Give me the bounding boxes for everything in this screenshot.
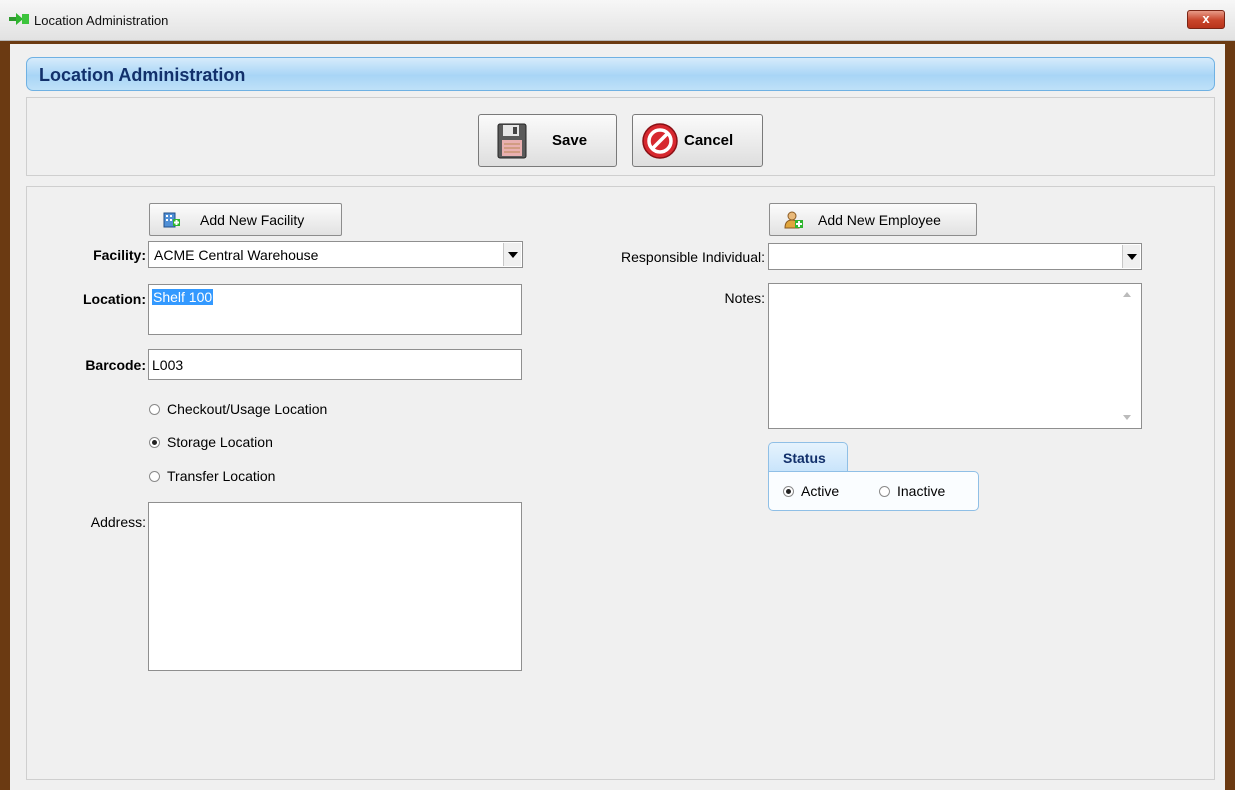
scroll-down-icon[interactable] xyxy=(1123,415,1131,420)
page-header: Location Administration xyxy=(26,57,1215,91)
status-active-radio[interactable]: Active xyxy=(783,483,839,499)
dropdown-arrow-icon[interactable] xyxy=(1122,245,1140,268)
location-label: Location: xyxy=(83,291,146,307)
add-new-facility-label: Add New Facility xyxy=(200,212,305,228)
window-title: Location Administration xyxy=(34,13,169,28)
save-button[interactable]: Save xyxy=(478,114,617,167)
status-active-label: Active xyxy=(801,483,840,499)
radio-unchecked-icon xyxy=(149,471,160,482)
checkout-usage-location-label: Checkout/Usage Location xyxy=(167,401,328,417)
add-new-facility-button[interactable]: Add New Facility xyxy=(149,203,342,236)
app-icon xyxy=(9,13,29,25)
notes-field[interactable] xyxy=(768,283,1142,429)
toolbar-panel xyxy=(26,97,1215,176)
location-field[interactable]: Shelf 100 xyxy=(148,284,522,335)
status-title: Status xyxy=(783,450,826,466)
barcode-field[interactable]: L003 xyxy=(148,349,522,380)
cancel-label: Cancel xyxy=(684,132,734,149)
employee-icon xyxy=(784,211,803,229)
application-window: Location Administration x Location Admin… xyxy=(0,0,1235,790)
floppy-disk-icon xyxy=(497,123,527,159)
status-group: Active Inactive xyxy=(768,471,979,511)
barcode-label: Barcode: xyxy=(85,357,146,373)
radio-checked-icon xyxy=(783,486,794,497)
facility-label: Facility: xyxy=(93,247,146,263)
notes-label: Notes: xyxy=(724,290,765,306)
status-inactive-label: Inactive xyxy=(897,483,946,499)
checkout-usage-location-radio[interactable]: Checkout/Usage Location xyxy=(149,401,327,417)
storage-location-radio[interactable]: Storage Location xyxy=(149,434,273,450)
add-new-employee-label: Add New Employee xyxy=(818,212,941,228)
radio-unchecked-icon xyxy=(149,404,160,415)
client-area: Location Administration Save Cancel Add … xyxy=(10,44,1225,790)
close-icon: x xyxy=(1202,11,1210,26)
cancel-button[interactable]: Cancel xyxy=(632,114,763,167)
status-tab: Status xyxy=(768,442,848,472)
add-new-employee-button[interactable]: Add New Employee xyxy=(769,203,977,236)
barcode-value: L003 xyxy=(152,357,184,373)
responsible-individual-label: Responsible Individual: xyxy=(621,249,765,265)
radio-unchecked-icon xyxy=(879,486,890,497)
title-bar: Location Administration x xyxy=(0,0,1235,41)
address-label: Address: xyxy=(90,514,146,530)
storage-location-label: Storage Location xyxy=(167,434,273,450)
status-inactive-radio[interactable]: Inactive xyxy=(879,483,945,499)
radio-checked-icon xyxy=(149,437,160,448)
responsible-individual-dropdown[interactable] xyxy=(768,243,1142,270)
transfer-location-label: Transfer Location xyxy=(167,468,276,484)
location-value: Shelf 100 xyxy=(152,289,214,305)
scroll-up-icon[interactable] xyxy=(1123,292,1131,297)
transfer-location-radio[interactable]: Transfer Location xyxy=(149,468,275,484)
address-field[interactable] xyxy=(148,502,522,671)
cancel-icon xyxy=(642,123,678,159)
page-title: Location Administration xyxy=(39,65,246,85)
facility-dropdown[interactable]: ACME Central Warehouse xyxy=(148,241,523,268)
save-label: Save xyxy=(552,132,588,149)
close-button[interactable]: x xyxy=(1187,10,1225,29)
dropdown-arrow-icon[interactable] xyxy=(503,243,521,266)
facility-value: ACME Central Warehouse xyxy=(154,247,319,263)
facility-icon xyxy=(163,212,180,228)
